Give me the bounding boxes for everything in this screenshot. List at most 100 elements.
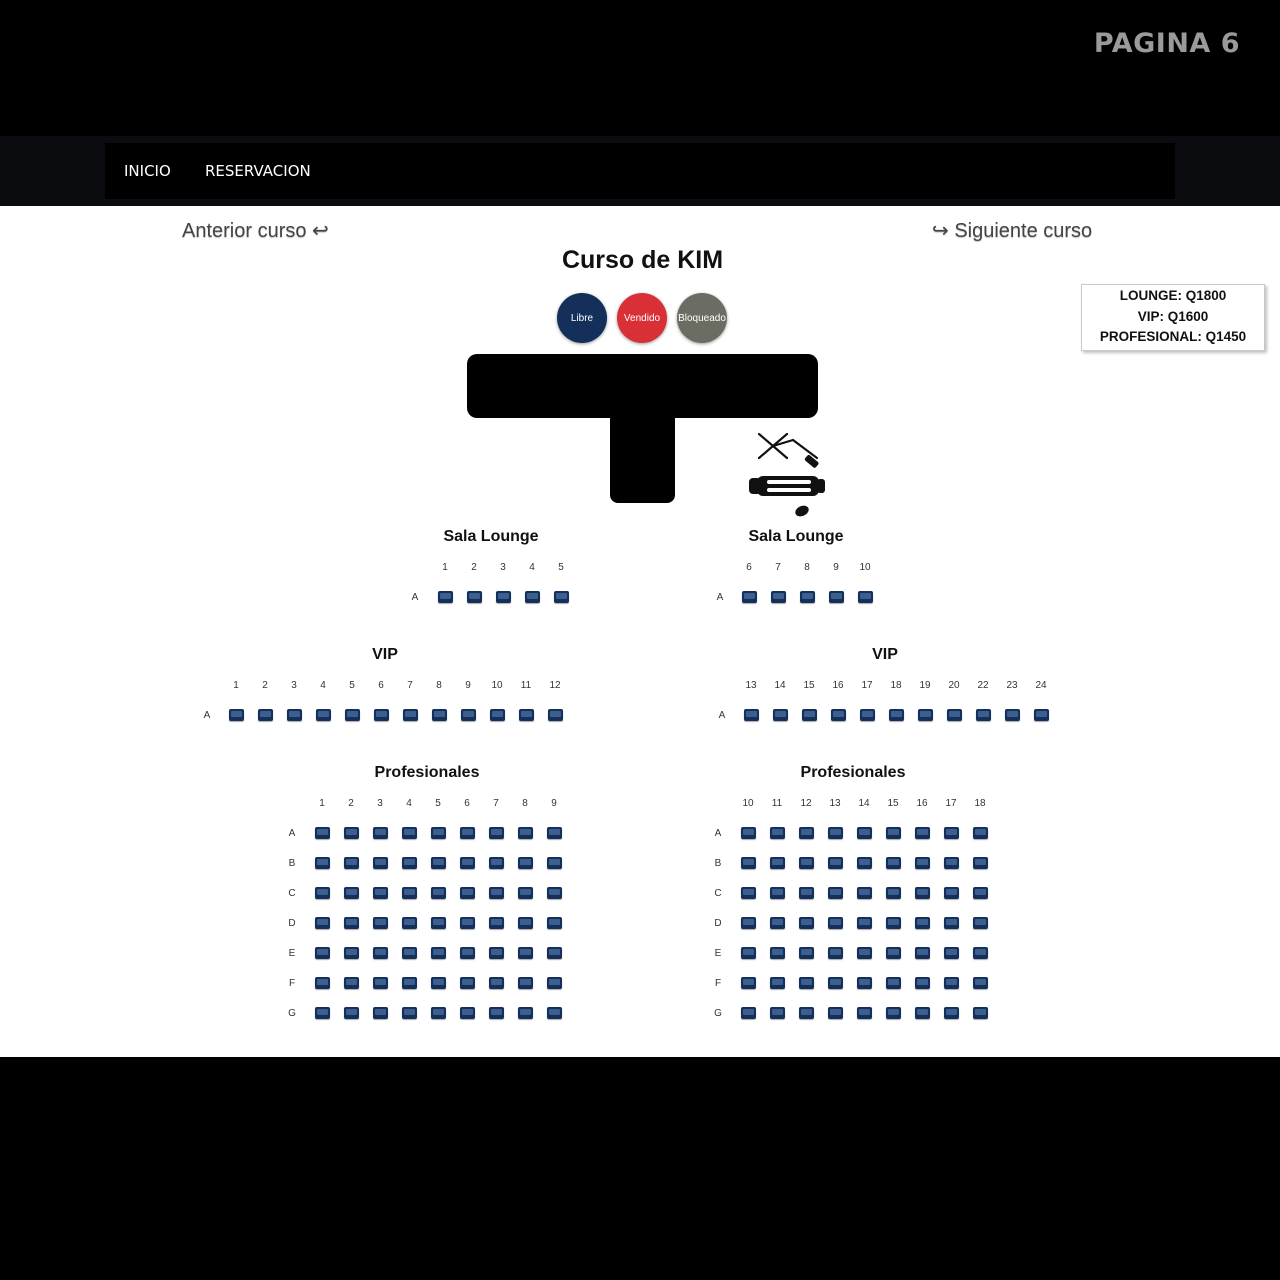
seat[interactable] xyxy=(831,709,846,721)
seat[interactable] xyxy=(857,887,872,899)
seat[interactable] xyxy=(770,917,785,929)
seat[interactable] xyxy=(944,1007,959,1019)
seat[interactable] xyxy=(402,827,417,839)
nav-inicio-link[interactable]: INICIO xyxy=(124,162,171,180)
next-course-link[interactable]: ↪ Siguiente curso xyxy=(932,218,1092,243)
seat[interactable] xyxy=(770,1007,785,1019)
seat[interactable] xyxy=(741,917,756,929)
seat[interactable] xyxy=(802,709,817,721)
seat[interactable] xyxy=(402,887,417,899)
seat[interactable] xyxy=(344,977,359,989)
seat[interactable] xyxy=(547,857,562,869)
seat[interactable] xyxy=(770,977,785,989)
seat[interactable] xyxy=(344,887,359,899)
seat[interactable] xyxy=(460,977,475,989)
seat[interactable] xyxy=(316,709,331,721)
seat[interactable] xyxy=(857,857,872,869)
seat[interactable] xyxy=(518,917,533,929)
seat[interactable] xyxy=(915,947,930,959)
seat[interactable] xyxy=(229,709,244,721)
seat[interactable] xyxy=(858,591,873,603)
seat[interactable] xyxy=(886,857,901,869)
seat[interactable] xyxy=(973,977,988,989)
seat[interactable] xyxy=(518,857,533,869)
seat[interactable] xyxy=(344,1007,359,1019)
seat[interactable] xyxy=(547,917,562,929)
seat[interactable] xyxy=(460,887,475,899)
seat[interactable] xyxy=(944,947,959,959)
seat[interactable] xyxy=(886,887,901,899)
seat[interactable] xyxy=(889,709,904,721)
seat[interactable] xyxy=(828,1007,843,1019)
seat[interactable] xyxy=(431,827,446,839)
seat[interactable] xyxy=(373,827,388,839)
seat[interactable] xyxy=(771,591,786,603)
seat[interactable] xyxy=(467,591,482,603)
seat[interactable] xyxy=(345,709,360,721)
seat[interactable] xyxy=(973,1007,988,1019)
seat[interactable] xyxy=(886,827,901,839)
seat[interactable] xyxy=(489,827,504,839)
seat[interactable] xyxy=(373,947,388,959)
seat[interactable] xyxy=(373,857,388,869)
seat[interactable] xyxy=(460,857,475,869)
seat[interactable] xyxy=(770,947,785,959)
seat[interactable] xyxy=(489,977,504,989)
seat[interactable] xyxy=(976,709,991,721)
seat[interactable] xyxy=(489,887,504,899)
seat[interactable] xyxy=(773,709,788,721)
seat[interactable] xyxy=(918,709,933,721)
seat[interactable] xyxy=(490,709,505,721)
seat[interactable] xyxy=(799,827,814,839)
seat[interactable] xyxy=(402,947,417,959)
seat[interactable] xyxy=(315,917,330,929)
seat[interactable] xyxy=(547,827,562,839)
seat[interactable] xyxy=(886,1007,901,1019)
seat[interactable] xyxy=(857,1007,872,1019)
seat[interactable] xyxy=(886,977,901,989)
seat[interactable] xyxy=(547,1007,562,1019)
seat[interactable] xyxy=(915,1007,930,1019)
seat[interactable] xyxy=(403,709,418,721)
seat[interactable] xyxy=(518,827,533,839)
seat[interactable] xyxy=(828,827,843,839)
seat[interactable] xyxy=(973,857,988,869)
seat[interactable] xyxy=(431,1007,446,1019)
seat[interactable] xyxy=(828,947,843,959)
seat[interactable] xyxy=(460,917,475,929)
seat[interactable] xyxy=(944,887,959,899)
seat[interactable] xyxy=(799,887,814,899)
seat[interactable] xyxy=(857,947,872,959)
seat[interactable] xyxy=(799,857,814,869)
seat[interactable] xyxy=(489,917,504,929)
seat[interactable] xyxy=(315,887,330,899)
seat[interactable] xyxy=(944,977,959,989)
seat[interactable] xyxy=(799,977,814,989)
seat[interactable] xyxy=(915,917,930,929)
seat[interactable] xyxy=(460,947,475,959)
seat[interactable] xyxy=(828,917,843,929)
seat[interactable] xyxy=(829,591,844,603)
seat[interactable] xyxy=(800,591,815,603)
seat[interactable] xyxy=(432,709,447,721)
seat[interactable] xyxy=(315,827,330,839)
seat[interactable] xyxy=(315,977,330,989)
seat[interactable] xyxy=(518,1007,533,1019)
seat[interactable] xyxy=(431,857,446,869)
seat[interactable] xyxy=(828,887,843,899)
seat[interactable] xyxy=(973,917,988,929)
seat[interactable] xyxy=(519,709,534,721)
seat[interactable] xyxy=(741,1007,756,1019)
seat[interactable] xyxy=(770,887,785,899)
seat[interactable] xyxy=(857,917,872,929)
seat[interactable] xyxy=(944,917,959,929)
previous-course-link[interactable]: Anterior curso ↩ xyxy=(182,218,329,243)
seat[interactable] xyxy=(258,709,273,721)
seat[interactable] xyxy=(431,917,446,929)
seat[interactable] xyxy=(489,857,504,869)
seat[interactable] xyxy=(373,917,388,929)
seat[interactable] xyxy=(554,591,569,603)
seat[interactable] xyxy=(461,709,476,721)
seat[interactable] xyxy=(344,947,359,959)
seat[interactable] xyxy=(489,947,504,959)
